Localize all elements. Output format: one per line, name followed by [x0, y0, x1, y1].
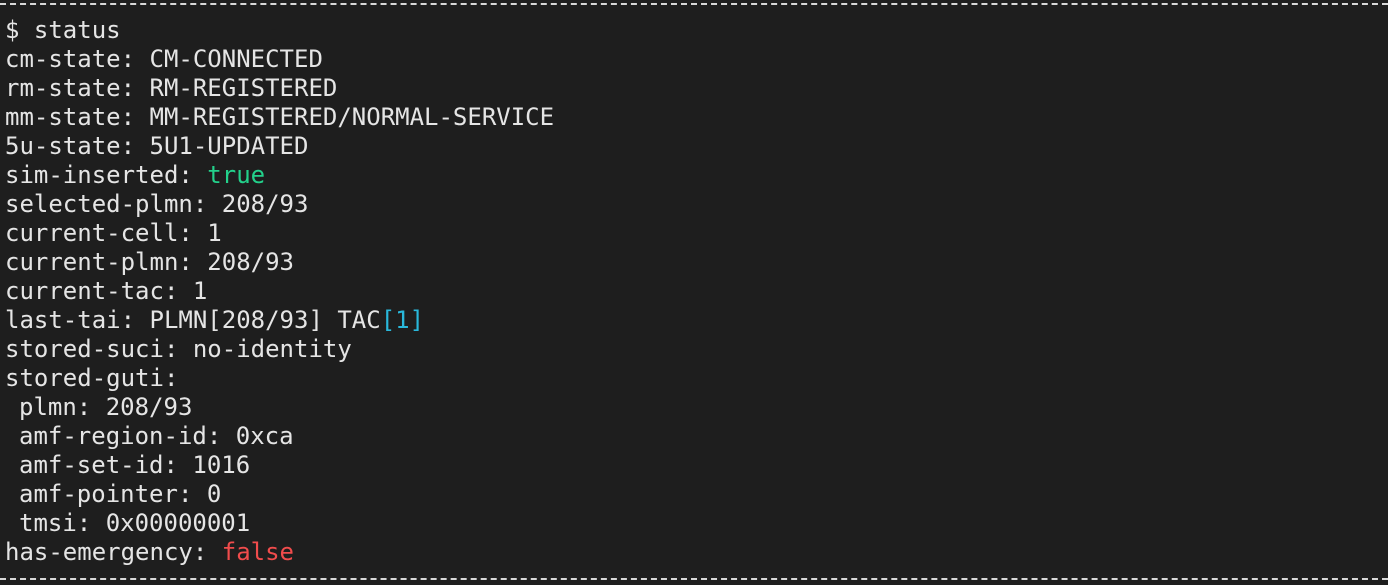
stored-suci-value: no-identity — [192, 335, 352, 363]
current-plmn-line: current-plmn: 208/93 — [5, 248, 554, 277]
has-emergency-line: has-emergency: false — [5, 538, 554, 567]
last-tai-tac-value: [1] — [380, 306, 425, 334]
current-tac-key: current-tac: — [5, 277, 193, 305]
terminal-output: $ status cm-state: CM-CONNECTED rm-state… — [5, 16, 554, 567]
command-prompt-line: $ status — [5, 16, 554, 45]
current-plmn-value: 208/93 — [207, 248, 294, 276]
stored-guti-key: stored-guti: — [5, 364, 179, 392]
tmsi-value: 0x00000001 — [105, 509, 251, 537]
current-cell-value: 1 — [207, 219, 222, 247]
selected-plmn-value: 208/93 — [221, 190, 309, 218]
has-emergency-key: has-emergency: — [5, 538, 222, 566]
stored-guti-line: stored-guti: — [5, 364, 554, 393]
amf-pointer-value: 0 — [206, 480, 222, 508]
amf-pointer-key: amf-pointer: — [19, 480, 207, 508]
top-dashed-separator — [0, 3, 1388, 5]
selected-plmn-key: selected-plmn: — [5, 190, 222, 218]
5u-state-key: 5u-state: — [5, 132, 150, 160]
amf-set-id-key: amf-set-id: — [19, 451, 193, 479]
amf-region-id-line: amf-region-id: 0xca — [5, 422, 554, 451]
amf-set-id-value: 1016 — [192, 451, 251, 479]
tmsi-line: tmsi: 0x00000001 — [5, 509, 554, 538]
last-tai-key: last-tai: — [5, 306, 150, 334]
mm-state-value: MM-REGISTERED/NORMAL-SERVICE — [149, 103, 555, 131]
rm-state-key: rm-state: — [5, 74, 150, 102]
bottom-dashed-separator — [0, 578, 1388, 580]
guti-plmn-line: plmn: 208/93 — [5, 393, 554, 422]
cm-state-line: cm-state: CM-CONNECTED — [5, 45, 554, 74]
cm-state-value: CM-CONNECTED — [149, 45, 323, 73]
terminal-window[interactable]: $ status cm-state: CM-CONNECTED rm-state… — [0, 0, 1388, 585]
stored-suci-line: stored-suci: no-identity — [5, 335, 554, 364]
amf-region-id-key: amf-region-id: — [19, 422, 236, 450]
tmsi-key: tmsi: — [19, 509, 106, 537]
current-tac-value: 1 — [192, 277, 208, 305]
current-cell-key: current-cell: — [5, 219, 208, 247]
rm-state-value: RM-REGISTERED — [149, 74, 338, 102]
5u-state-value: 5U1-UPDATED — [149, 132, 309, 160]
current-tac-line: current-tac: 1 — [5, 277, 554, 306]
current-plmn-key: current-plmn: — [5, 248, 208, 276]
last-tai-prefix: PLMN[208/93] TAC — [149, 306, 381, 334]
amf-set-id-line: amf-set-id: 1016 — [5, 451, 554, 480]
sim-inserted-key: sim-inserted: — [5, 161, 208, 189]
guti-plmn-value: 208/93 — [105, 393, 193, 421]
sim-inserted-value: true — [207, 161, 266, 189]
last-tai-line: last-tai: PLMN[208/93] TAC[1] — [5, 306, 554, 335]
mm-state-line: mm-state: MM-REGISTERED/NORMAL-SERVICE — [5, 103, 554, 132]
5u-state-line: 5u-state: 5U1-UPDATED — [5, 132, 554, 161]
rm-state-line: rm-state: RM-REGISTERED — [5, 74, 554, 103]
amf-pointer-line: amf-pointer: 0 — [5, 480, 554, 509]
guti-plmn-key: plmn: — [19, 393, 106, 421]
selected-plmn-line: selected-plmn: 208/93 — [5, 190, 554, 219]
has-emergency-value: false — [221, 538, 294, 566]
current-cell-line: current-cell: 1 — [5, 219, 554, 248]
command-prompt: $ status — [5, 16, 121, 44]
sim-inserted-line: sim-inserted: true — [5, 161, 554, 190]
mm-state-key: mm-state: — [5, 103, 150, 131]
stored-suci-key: stored-suci: — [5, 335, 193, 363]
cm-state-key: cm-state: — [5, 45, 150, 73]
amf-region-id-value: 0xca — [235, 422, 294, 450]
